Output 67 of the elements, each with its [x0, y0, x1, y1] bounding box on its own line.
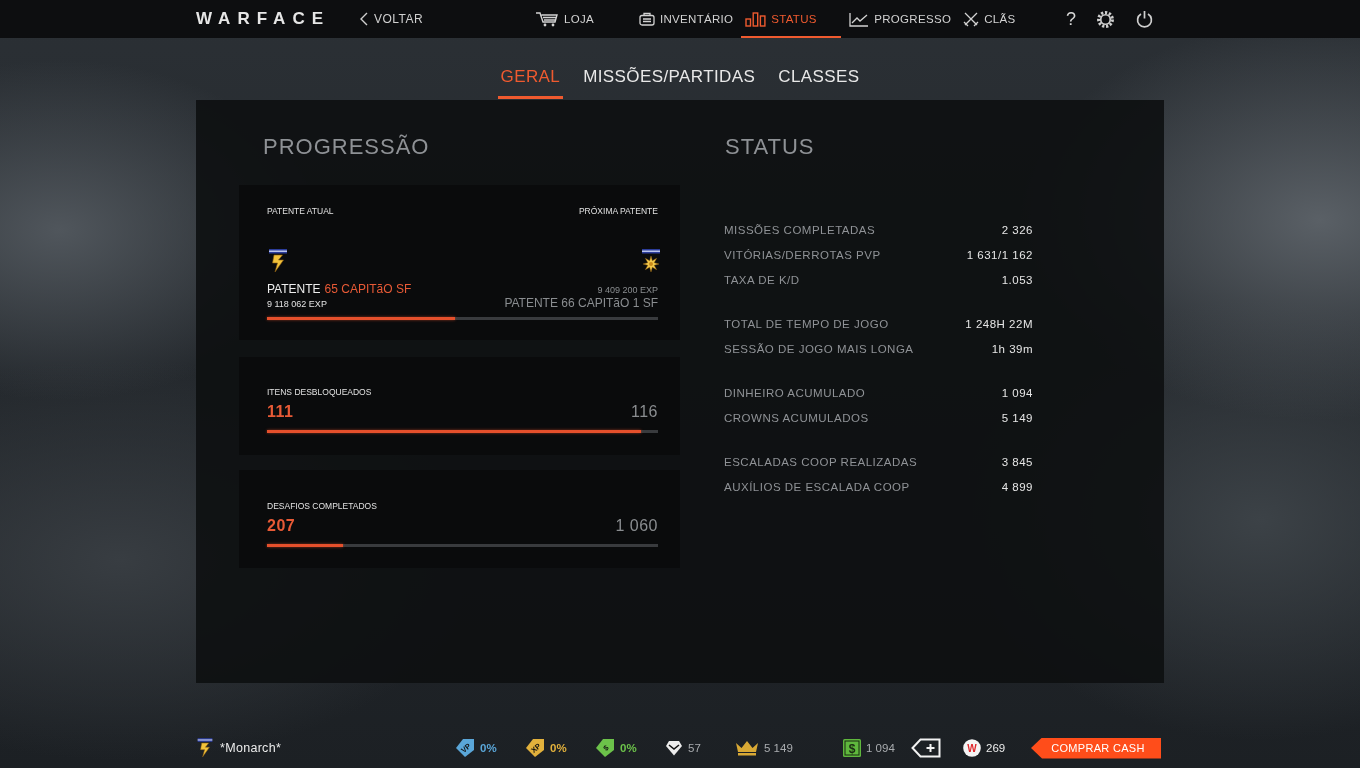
nav-item[interactable]: CLÃS — [959, 0, 1060, 38]
bar-chart-icon — [745, 11, 767, 27]
stat-value: 1.053 — [1001, 273, 1033, 286]
player-name: *Monarch* — [220, 741, 282, 755]
stat-value: 5 149 — [1001, 411, 1033, 424]
booster-value: 0% — [480, 742, 497, 754]
power-icon[interactable] — [1135, 9, 1154, 29]
next-rank-label: PRÓXIMA PATENTE — [578, 206, 658, 216]
stat-label: TAXA DE K/D — [724, 273, 800, 286]
stat-value: 1h 39m — [991, 342, 1033, 355]
line-chart-icon — [849, 11, 870, 27]
stat-label: VITÓRIAS/DERROTAS PVP — [724, 248, 881, 261]
banknote-icon: $ — [843, 739, 861, 757]
settings-icon[interactable] — [1096, 9, 1115, 29]
counter-label: DESAFIOS COMPLETADOS — [267, 501, 378, 511]
rank-name: 65 CAPITãO SF — [324, 282, 412, 296]
next-rank-exp: 9 409 200 EXP — [596, 284, 658, 296]
stat-value: 1 248H 22M — [965, 317, 1033, 330]
back-button[interactable]: VOLTAR — [360, 11, 424, 27]
section-title: STATUS — [725, 134, 816, 160]
crossed-swords-icon — [963, 11, 980, 27]
nav-item[interactable]: STATUS — [741, 0, 842, 38]
counter-value: 207 — [267, 516, 296, 536]
next-rank-name: PATENTE 66 CAPITãO 1 SF — [504, 296, 658, 311]
plus-tag-icon[interactable] — [911, 738, 941, 758]
logo: WARFACE — [196, 9, 331, 29]
briefcase-icon — [639, 12, 655, 26]
nav-item[interactable]: INVENTÁRIO — [635, 0, 738, 38]
stat-label: SESSÃO DE JOGO MAIS LONGA — [724, 342, 914, 355]
stat-value: 3 845 — [1001, 455, 1033, 468]
counter-label: ITENS DESBLOQUEADOS — [267, 387, 373, 397]
lightning-medal-icon — [267, 249, 289, 273]
nav-item[interactable]: PROGRESSO — [845, 0, 956, 38]
chevron-left-icon — [360, 12, 368, 26]
heart-shield-icon — [665, 740, 683, 756]
current-exp: 9 118 062 EXP — [267, 298, 328, 310]
current-rank-label: PATENTE ATUAL — [267, 206, 334, 216]
tab[interactable]: MISSÕES/PARTIDAS — [580, 67, 759, 99]
rank-label: PATENTE — [267, 282, 321, 296]
stat-value: 1 631/1 162 — [966, 248, 1033, 261]
tab[interactable]: CLASSES — [775, 67, 863, 99]
resource-value: 57 — [688, 742, 701, 754]
help-button[interactable]: ? — [1066, 9, 1076, 29]
stat-value: 2 326 — [1001, 223, 1033, 236]
resource-value: 5 149 — [764, 742, 793, 754]
stat-value: 4 899 — [1001, 480, 1033, 493]
coin-icon: W — [963, 739, 981, 757]
money-value: 1 094 — [866, 742, 895, 754]
nav-item[interactable]: LOJA — [531, 0, 631, 38]
cash-value: 269 — [986, 742, 1006, 754]
booster-value: 0% — [550, 742, 567, 754]
cart-icon — [535, 11, 559, 27]
section-title: PROGRESSÃO — [263, 134, 431, 160]
stat-label: AUXÍLIOS DE ESCALADA COOP — [724, 480, 910, 493]
stat-label: DINHEIRO ACUMULADO — [724, 386, 866, 399]
star-medal-icon — [640, 249, 662, 273]
crown-icon — [735, 740, 759, 756]
counter-value: 111 — [267, 402, 294, 422]
counter-total: 1 060 — [615, 516, 658, 536]
stat-label: CROWNS ACUMULADOS — [724, 411, 869, 424]
stat-value: 1 094 — [1001, 386, 1033, 399]
stat-label: TOTAL DE TEMPO DE JOGO — [724, 317, 889, 330]
stat-label: MISSÕES COMPLETADAS — [724, 223, 876, 236]
lightning-medal-icon — [196, 738, 214, 758]
counter-total: 116 — [631, 402, 658, 422]
stat-label: ESCALADAS COOP REALIZADAS — [724, 455, 918, 468]
booster-value: 0% — [620, 742, 637, 754]
